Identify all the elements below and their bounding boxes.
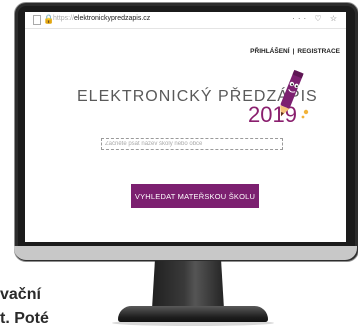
register-link[interactable]: REGISTRACE bbox=[297, 48, 340, 55]
page-text-line-2: t. Poté bbox=[0, 310, 49, 327]
page-text-line-1: vační bbox=[0, 286, 41, 303]
search-school-button[interactable]: VYHLEDAT MATEŘSKOU ŠKOLU bbox=[131, 184, 259, 208]
site-nav: PŘIHLÁŠENÍ | REGISTRACE bbox=[250, 48, 340, 55]
url-text[interactable]: https://elektronickypredzapis.cz bbox=[53, 15, 150, 22]
url-protocol: https:// bbox=[53, 15, 75, 22]
monitor-chin bbox=[14, 246, 357, 260]
page-icon bbox=[33, 15, 41, 25]
monitor-screen: 🔒 https://elektronickypredzapis.cz ··· ♡… bbox=[25, 12, 346, 242]
browser-address-bar[interactable]: 🔒 https://elektronickypredzapis.cz ··· ♡… bbox=[25, 12, 346, 29]
login-link[interactable]: PŘIHLÁŠENÍ bbox=[250, 48, 289, 55]
monitor-stand-base bbox=[118, 306, 268, 322]
url-host: elektronickypredzapis.cz bbox=[74, 15, 151, 22]
nav-separator: | bbox=[292, 48, 295, 55]
browser-controls[interactable]: ··· ♡ ☆ bbox=[292, 14, 340, 23]
pencil-mascot-icon bbox=[280, 69, 309, 119]
search-input[interactable] bbox=[101, 138, 283, 150]
monitor-stand-neck bbox=[152, 261, 224, 309]
